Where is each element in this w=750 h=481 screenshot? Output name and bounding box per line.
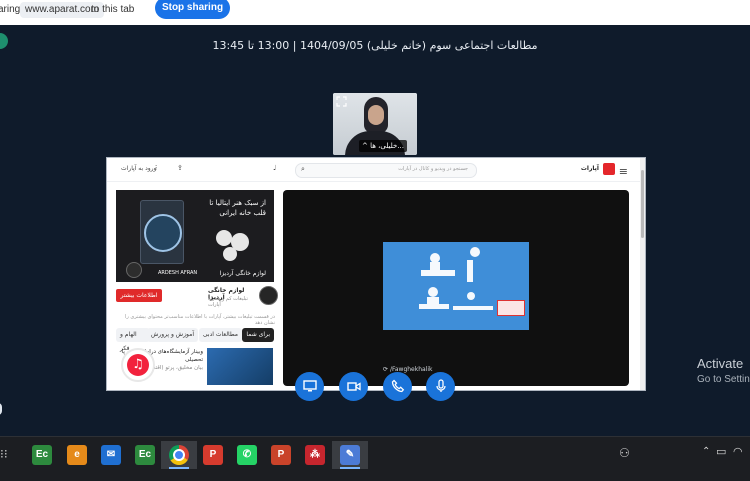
powerpoint-icon: P <box>271 445 291 465</box>
shared-screen: ≡ آپارات جستجو در ویدیو و کانال در آپارا… <box>106 157 646 391</box>
tab-for-you[interactable]: برای شما <box>242 328 274 342</box>
video-frame <box>383 242 529 330</box>
more-info-button[interactable]: اطلاعات بیشتر <box>116 289 162 302</box>
paint-icon: ✎ <box>340 445 360 465</box>
microphone-button[interactable] <box>426 372 455 401</box>
paint-app[interactable]: ✎ <box>332 441 368 469</box>
app-red-grid[interactable]: ⁂ <box>297 441 333 469</box>
slide-badge <box>497 300 525 316</box>
tab-inspiration[interactable]: الهام و فکر <box>116 328 150 352</box>
site-name: آپارات <box>580 165 599 172</box>
wifi-icon[interactable]: ◠ <box>733 445 743 458</box>
washer-drum <box>144 214 182 252</box>
excel-icon: Ec <box>135 445 155 465</box>
excel-app[interactable]: Ec <box>24 441 60 469</box>
search-icon[interactable]: ⌕ <box>301 165 305 174</box>
channel-watermark: ⟳ /Fawghekhalik <box>383 366 433 373</box>
advertiser-sub: تبلیغات کم و همراه آپارات <box>208 296 248 308</box>
video-camera-icon <box>346 382 361 391</box>
site-header: ≡ آپارات جستجو در ویدیو و کانال در آپارا… <box>107 158 643 182</box>
participant-video-tile[interactable]: ^ خلیلی، ها... <box>333 93 417 155</box>
whatsapp-icon: ✆ <box>237 445 257 465</box>
page-scrollbar[interactable] <box>640 158 645 390</box>
participant-face <box>368 105 384 125</box>
share-prefix-text: aring <box>0 4 21 15</box>
share-suffix-text: to this tab <box>91 4 135 15</box>
expand-icon[interactable] <box>336 96 347 109</box>
p-icon: P <box>203 445 223 465</box>
participant-name-label: ^ خلیلی، ها... <box>359 140 407 152</box>
powerpoint-app[interactable]: P <box>263 441 299 469</box>
login-link[interactable]: ورود به آپارات <box>121 165 156 172</box>
category-tabs: برای شما مطالعات ادبی آموزش و پرورش الها… <box>116 328 274 352</box>
ad-headline: از سبک هنر ایتالیا تا قلب خانه ایرانی <box>209 199 266 217</box>
mail-app[interactable]: ✉ <box>93 441 129 469</box>
app-orange[interactable]: e <box>59 441 95 469</box>
people-icon[interactable]: ⚇ <box>619 446 630 460</box>
meeting-title: مطالعات اجتماعی سوم (خانم خلیلی) 1404/09… <box>212 39 538 52</box>
chrome-icon <box>169 445 189 465</box>
monitor-icon <box>302 380 317 392</box>
battery-icon[interactable]: ▭ <box>716 445 726 458</box>
windows-taskbar: ⁝⁝ Ec e ✉ Ec P ✆ P ⁂ ✎ ⚇ ⌃ ▭ ◠ <box>0 436 750 481</box>
task-view-icon[interactable]: ⁝⁝ <box>0 447 8 461</box>
site-search-input[interactable]: جستجو در ویدیو و کانال در آپارات ⌕ <box>295 163 477 178</box>
upload-icon[interactable]: ⇪ <box>177 164 183 172</box>
stop-sharing-button[interactable]: Stop sharing <box>155 0 230 19</box>
pdf-app[interactable]: P <box>195 441 231 469</box>
excel-icon: Ec <box>32 445 52 465</box>
ad-brand-logo-icon <box>126 262 142 278</box>
phone-icon <box>391 379 404 393</box>
ad-note: در قسمت تبلیغات بیشتر، آپارات با اطلاعات… <box>124 314 275 326</box>
ad-banner[interactable]: از سبک هنر ایتالیا تا قلب خانه ایرانی AR… <box>116 190 274 282</box>
tab-literary[interactable]: مطالعات ادبی <box>198 328 242 342</box>
mail-icon: ✉ <box>101 445 121 465</box>
video-player[interactable]: ⟳ /Fawghekhalik <box>283 190 629 386</box>
microphone-icon <box>435 379 446 392</box>
aparat-logo-icon <box>603 163 615 175</box>
whatsapp-app[interactable]: ✆ <box>229 441 265 469</box>
chevron-up-icon[interactable]: ⌃ <box>702 446 710 457</box>
phone-button[interactable] <box>383 372 412 401</box>
share-screen-button[interactable] <box>295 372 324 401</box>
chrome-app[interactable] <box>161 441 197 469</box>
camera-button[interactable] <box>339 372 368 401</box>
mic-search-icon[interactable]: ♩ <box>273 164 276 172</box>
tab-education[interactable]: آموزش و پرورش <box>146 328 198 342</box>
activate-watermark-line1: Activate <box>697 356 744 371</box>
menu-icon[interactable]: ≡ <box>619 165 628 178</box>
ad-illustration <box>216 230 249 261</box>
video-thumbnail[interactable] <box>207 348 273 385</box>
excel-app-2[interactable]: Ec <box>127 441 163 469</box>
tab-share-bar: aring www.aparat.com to this tab Stop sh… <box>0 0 750 26</box>
orange-e-icon: e <box>67 445 87 465</box>
grid-icon: ⁂ <box>305 445 325 465</box>
advertiser-avatar <box>259 286 278 305</box>
activate-watermark-line2: Go to Settings <box>697 374 750 385</box>
side-handle[interactable] <box>0 403 2 415</box>
music-icon[interactable]: ♫ <box>121 348 155 382</box>
ad-brand-text: لوازم خانگی آردیزا <box>219 270 266 277</box>
ad-brand-logo: ARDESH AFRAN <box>158 270 198 276</box>
